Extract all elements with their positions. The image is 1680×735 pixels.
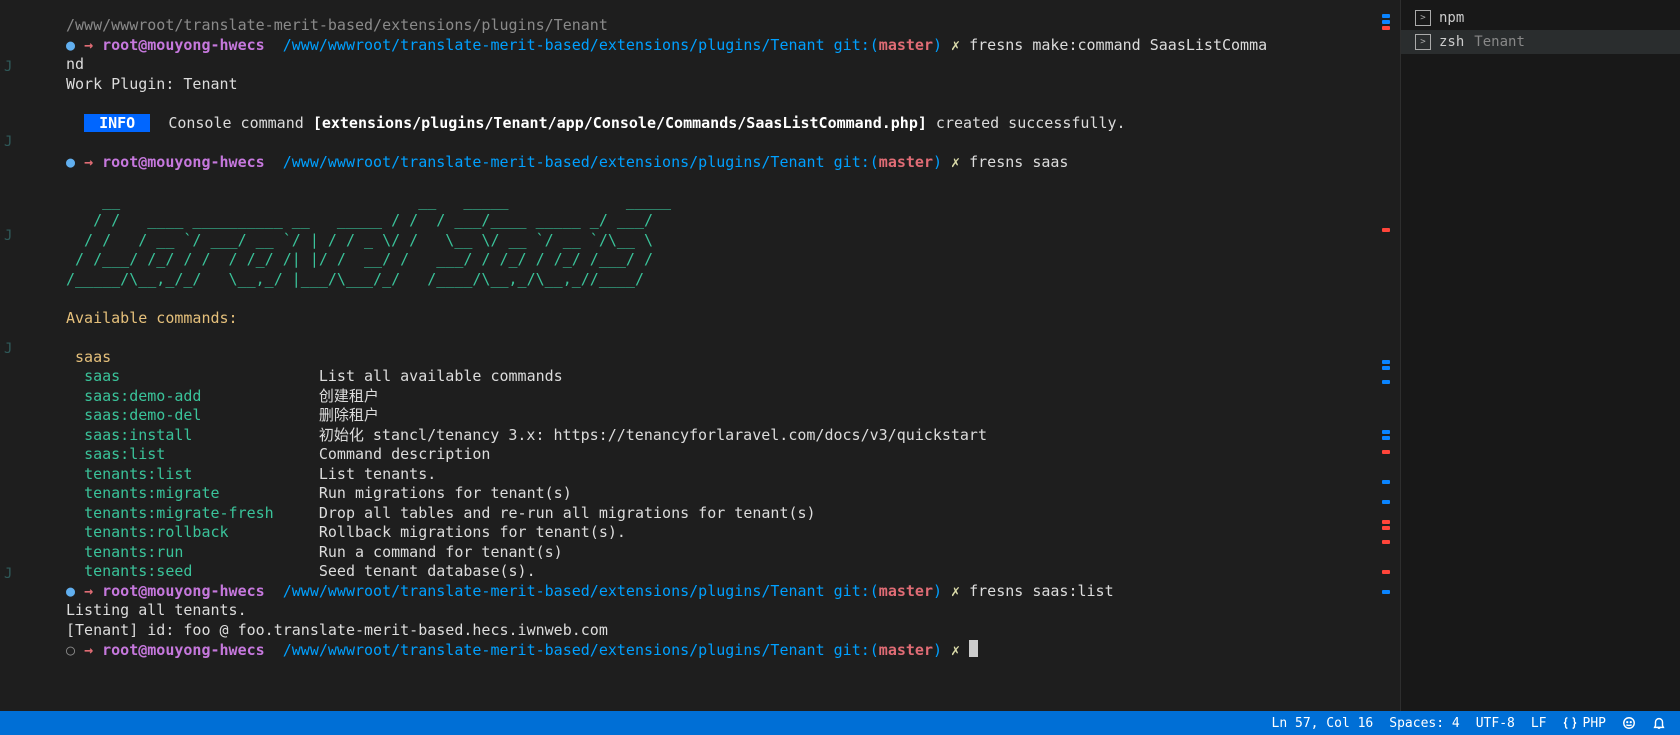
ascii-art-line: / /___/ /_/ / / / /_/ /| |/ / __/ / ___/…: [66, 250, 1368, 270]
prompt-line: ○ → root@mouyong-hwecs /www/wwwroot/tran…: [66, 640, 1368, 661]
ascii-art-line: / / ____ __________ __ _____ / / / ___/_…: [66, 211, 1368, 231]
bell-icon: [1652, 716, 1666, 730]
main-row: JJJJJ /www/wwwroot/translate-merit-based…: [0, 0, 1680, 711]
command-row: saas:demo-del 删除租户: [66, 406, 1368, 426]
status-eol[interactable]: LF: [1531, 716, 1547, 731]
prompt-line: ● → root@mouyong-hwecs /www/wwwroot/tran…: [66, 153, 1368, 173]
command-row: saas List all available commands: [66, 367, 1368, 387]
terminal-icon: >: [1415, 34, 1431, 50]
output-line: [Tenant] id: foo @ foo.translate-merit-b…: [66, 621, 1368, 641]
pwd-line: /www/wwwroot/translate-merit-based/exten…: [66, 16, 1368, 36]
output-line: Listing all tenants.: [66, 601, 1368, 621]
blank: [66, 289, 1368, 309]
ascii-art-line: /_____/\__,_/_/ \__,_/ |___/\___/_/ /___…: [66, 270, 1368, 290]
command-row: saas:list Command description: [66, 445, 1368, 465]
command-row: tenants:seed Seed tenant database(s).: [66, 562, 1368, 582]
app-frame: JJJJJ /www/wwwroot/translate-merit-based…: [0, 0, 1680, 735]
blank: [66, 172, 1368, 192]
command-row: tenants:migrate Run migrations for tenan…: [66, 484, 1368, 504]
status-bar: Ln 57, Col 16 Spaces: 4 UTF-8 LF PHP: [0, 711, 1680, 735]
terminal-icon: >: [1415, 10, 1431, 26]
terminal-tabs-panel: >npm>zshTenant: [1400, 0, 1680, 711]
command-row: saas:demo-add 创建租户: [66, 387, 1368, 407]
status-language[interactable]: PHP: [1563, 716, 1606, 731]
status-indentation[interactable]: Spaces: 4: [1389, 716, 1459, 731]
ascii-art-line: __ __ _____ _____: [66, 192, 1368, 212]
command-row: tenants:rollback Rollback migrations for…: [66, 523, 1368, 543]
prompt-line: ● → root@mouyong-hwecs /www/wwwroot/tran…: [66, 582, 1368, 602]
terminal-tab-npm[interactable]: >npm: [1401, 6, 1680, 30]
info-line: INFO Console command [extensions/plugins…: [66, 114, 1368, 134]
prompt-line: ● → root@mouyong-hwecs /www/wwwroot/tran…: [66, 36, 1368, 56]
status-cursor-position[interactable]: Ln 57, Col 16: [1272, 716, 1374, 731]
cmd-wrap: nd: [66, 55, 1368, 75]
terminal-tab-zsh[interactable]: >zshTenant: [1401, 30, 1680, 54]
blank: [66, 328, 1368, 348]
command-row: tenants:list List tenants.: [66, 465, 1368, 485]
command-row: saas:install 初始化 stancl/tenancy 3.x: htt…: [66, 426, 1368, 446]
status-notifications[interactable]: [1652, 716, 1666, 730]
braces-icon: [1563, 716, 1577, 730]
section-header: saas: [66, 348, 1368, 368]
minimap[interactable]: [1376, 0, 1400, 711]
status-feedback[interactable]: [1622, 716, 1636, 730]
blank: [66, 133, 1368, 153]
folding-gutter: JJJJJ: [0, 0, 22, 711]
status-encoding[interactable]: UTF-8: [1476, 716, 1515, 731]
ascii-art-line: / / / __ `/ ___/ __ `/ | / / _ \/ / \__ …: [66, 231, 1368, 251]
output-line: Work Plugin: Tenant: [66, 75, 1368, 95]
terminal[interactable]: /www/wwwroot/translate-merit-based/exten…: [22, 0, 1376, 711]
available-commands-header: Available commands:: [66, 309, 1368, 329]
command-row: tenants:migrate-fresh Drop all tables an…: [66, 504, 1368, 524]
command-row: tenants:run Run a command for tenant(s): [66, 543, 1368, 563]
blank: [66, 94, 1368, 114]
feedback-icon: [1622, 716, 1636, 730]
